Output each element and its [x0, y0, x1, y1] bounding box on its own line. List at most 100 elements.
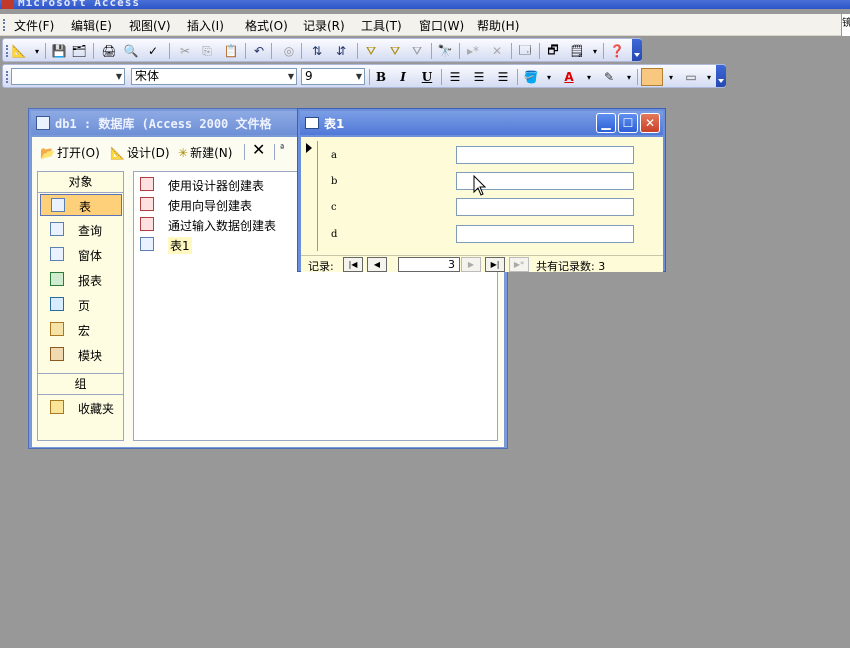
new-record-button[interactable]: ▶*: [509, 257, 529, 272]
special-effect-icon[interactable]: [641, 68, 663, 86]
last-record-button[interactable]: ▶|: [485, 257, 505, 272]
apply-filter-icon[interactable]: ⛛: [409, 43, 425, 59]
new-record-icon[interactable]: ▸*: [465, 43, 481, 59]
find-icon[interactable]: 🔭: [437, 43, 453, 59]
bold-button[interactable]: B: [373, 69, 389, 85]
delete-icon[interactable]: ✕: [252, 140, 265, 159]
dropdown-arrow-icon[interactable]: ▾: [541, 69, 557, 85]
separator: [517, 69, 518, 85]
groups-header[interactable]: 组: [38, 373, 123, 395]
delete-record-icon[interactable]: ✕: [489, 43, 505, 59]
view-icon[interactable]: 📐: [11, 43, 27, 59]
menu-format[interactable]: 格式(O): [245, 17, 288, 34]
font-name-combo[interactable]: 宋体 ▼: [131, 68, 297, 85]
new-object-icon[interactable]: 🗒: [569, 43, 585, 59]
objects-item-label: 模块: [78, 349, 103, 363]
separator: [45, 43, 46, 59]
current-record-number[interactable]: 3: [398, 257, 460, 272]
object-combo[interactable]: ▼: [11, 68, 125, 85]
properties-icon[interactable]: 🗔: [517, 43, 533, 59]
dropdown-arrow-icon[interactable]: ▾: [29, 43, 45, 59]
form-window-title-bar[interactable]: 表1 ▁ ☐ ✕: [300, 111, 663, 135]
open-button[interactable]: 📂 打开(O): [40, 144, 100, 161]
toolbar-options-icon[interactable]: [716, 65, 726, 87]
objects-item-tables[interactable]: 表: [40, 194, 122, 216]
formatting-toolbar: ▼ 宋体 ▼ 9 ▼ B I U ☰ ☰ ☰ 🪣 ▾ A ▾ ✎ ▾ ▾ ▭ ▾: [2, 64, 726, 88]
list-item-label: 表1: [168, 237, 192, 254]
objects-item-queries[interactable]: 查询: [40, 219, 122, 241]
file-search-icon[interactable]: 🗂: [71, 43, 87, 59]
objects-item-reports[interactable]: 报表: [40, 269, 122, 291]
print-preview-icon[interactable]: 🔍: [123, 43, 139, 59]
field-input-a[interactable]: [456, 146, 634, 164]
filter-by-selection-icon[interactable]: ⛛: [363, 43, 379, 59]
large-icons-icon[interactable]: ª: [280, 144, 284, 154]
menu-file[interactable]: 文件(F): [14, 17, 54, 34]
menu-records[interactable]: 记录(R): [303, 17, 345, 34]
dropdown-arrow-icon[interactable]: ▾: [701, 69, 717, 85]
filter-by-form-icon[interactable]: ⛛: [387, 43, 403, 59]
design-button[interactable]: 📐 设计(D): [110, 144, 170, 161]
first-record-button[interactable]: |◀: [343, 257, 363, 272]
line-color-icon[interactable]: ✎: [601, 69, 617, 85]
font-size-combo[interactable]: 9 ▼: [301, 68, 365, 85]
save-icon[interactable]: 💾: [51, 43, 67, 59]
menu-insert[interactable]: 插入(I): [187, 17, 224, 34]
menu-tools[interactable]: 工具(T): [361, 17, 402, 34]
record-selector[interactable]: [304, 141, 318, 251]
sort-descending-icon[interactable]: ⇵: [333, 43, 349, 59]
minimize-button[interactable]: ▁: [596, 113, 616, 133]
cut-icon[interactable]: ✂: [177, 43, 193, 59]
separator: [245, 43, 246, 59]
italic-button[interactable]: I: [395, 69, 411, 85]
line-width-icon[interactable]: ▭: [683, 69, 699, 85]
hyperlink-icon[interactable]: ◎: [281, 43, 297, 59]
field-input-d[interactable]: [456, 225, 634, 243]
separator: [459, 43, 460, 59]
dropdown-arrow-icon[interactable]: ▾: [587, 43, 603, 59]
align-left-icon[interactable]: ☰: [447, 69, 463, 85]
spelling-icon[interactable]: ✓: [145, 43, 161, 59]
list-item-label: 使用向导创建表: [168, 199, 253, 213]
objects-item-pages[interactable]: 页: [40, 294, 122, 316]
help-icon[interactable]: ❓: [609, 43, 625, 59]
groups-item-favorites[interactable]: 收藏夹: [40, 397, 122, 419]
separator: [301, 43, 302, 59]
field-label-c: c: [331, 202, 337, 213]
field-input-c[interactable]: [456, 198, 634, 216]
new-button[interactable]: ✳ 新建(N): [178, 144, 232, 161]
design-label: 设计(D): [126, 146, 170, 160]
font-color-icon[interactable]: A: [561, 69, 577, 85]
menu-bar-grip[interactable]: [3, 19, 8, 31]
align-right-icon[interactable]: ☰: [495, 69, 511, 85]
undo-icon[interactable]: ↶: [251, 43, 267, 59]
copy-icon[interactable]: ⎘: [199, 43, 215, 59]
objects-item-macros[interactable]: 宏: [40, 319, 122, 341]
previous-record-button[interactable]: ◀: [367, 257, 387, 272]
menu-help[interactable]: 帮助(H): [477, 17, 519, 34]
app-title-bar: Microsoft Access: [0, 0, 850, 9]
align-center-icon[interactable]: ☰: [471, 69, 487, 85]
objects-item-forms[interactable]: 窗体: [40, 244, 122, 266]
underline-button[interactable]: U: [419, 69, 435, 85]
open-icon: 📂: [40, 145, 55, 160]
fill-color-icon[interactable]: 🪣: [523, 69, 539, 85]
menu-window[interactable]: 窗口(W): [419, 17, 464, 34]
paste-icon[interactable]: 📋: [223, 43, 239, 59]
maximize-button[interactable]: ☐: [618, 113, 638, 133]
next-record-button[interactable]: ▶: [461, 257, 481, 272]
print-icon[interactable]: 🖨: [101, 43, 117, 59]
database-window-icon[interactable]: 🗗: [545, 43, 561, 59]
menu-view[interactable]: 视图(V): [129, 17, 171, 34]
toolbar-options-icon[interactable]: [632, 39, 642, 61]
sort-ascending-icon[interactable]: ⇅: [309, 43, 325, 59]
dropdown-arrow-icon[interactable]: ▾: [663, 69, 679, 85]
dropdown-arrow-icon[interactable]: ▾: [581, 69, 597, 85]
dropdown-arrow-icon[interactable]: ▾: [621, 69, 637, 85]
close-button[interactable]: ✕: [640, 113, 660, 133]
current-record-icon: [306, 143, 312, 153]
objects-item-label: 报表: [78, 274, 103, 288]
menu-edit[interactable]: 编辑(E): [71, 17, 112, 34]
query-icon: [50, 222, 64, 236]
objects-item-modules[interactable]: 模块: [40, 344, 122, 366]
